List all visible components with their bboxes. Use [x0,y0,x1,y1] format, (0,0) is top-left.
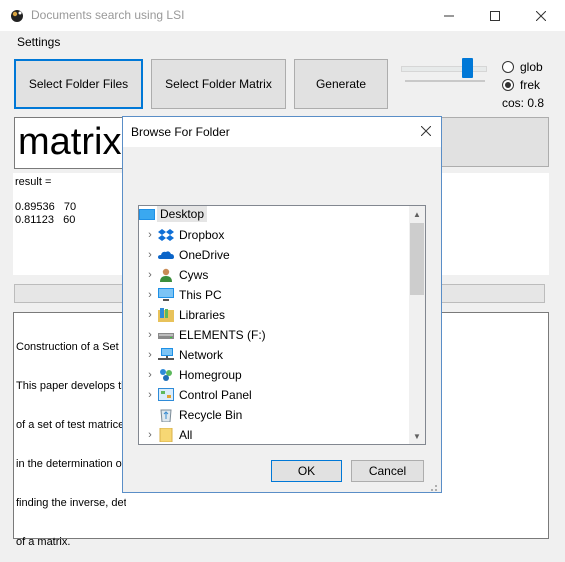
close-icon [421,126,431,136]
chevron-right-icon[interactable]: › [143,328,157,342]
select-folder-files-button[interactable]: Select Folder Files [14,59,143,109]
result-row: 0.89536 70 [15,201,77,213]
scroll-up-arrow-icon[interactable]: ▲ [409,206,425,222]
chevron-right-icon[interactable]: › [143,228,157,242]
libraries-icon [158,308,174,322]
tree-item-desktop[interactable]: Desktop [139,205,409,225]
folder-icon [159,428,173,442]
scroll-thumb[interactable] [410,223,424,295]
tree-item-homegroup[interactable]: › Homegroup [139,365,409,385]
tree-item-network[interactable]: › Network [139,345,409,365]
chevron-right-icon[interactable]: › [143,268,157,282]
menu-settings[interactable]: Settings [17,35,60,49]
tree-item-elements-drive[interactable]: › ELEMENTS (F:) [139,325,409,345]
document-line: This paper develops the construction [16,380,126,392]
chevron-right-icon[interactable]: › [143,348,157,362]
computer-icon [158,288,174,301]
tree-item-all[interactable]: › All [139,425,409,445]
chevron-right-icon[interactable]: › [143,248,157,262]
tree-item-recycle-bin[interactable]: Recycle Bin [139,405,409,425]
document-line: Construction of a Set of Test Matrices [16,341,126,353]
tree-item-label: Dropbox [179,228,225,242]
document-line: of a matrix. [16,536,71,548]
onedrive-icon [158,251,174,259]
chevron-right-icon[interactable]: › [143,308,157,322]
control-panel-icon [158,388,174,401]
tree-item-label: This PC [179,288,222,302]
query-text: matrix [18,121,122,163]
chevron-right-icon[interactable]: › [143,428,157,442]
tree-item-this-pc[interactable]: › This PC [139,285,409,305]
resize-grip-icon[interactable] [428,482,438,492]
close-icon [536,10,546,21]
tree-item-label: Desktop [157,206,208,222]
user-icon [160,268,172,282]
close-button[interactable] [518,0,564,31]
tree-item-label: ELEMENTS (F:) [179,328,266,342]
recycle-bin-icon [160,409,172,422]
network-icon [158,348,174,360]
tree-item-label: Network [179,348,224,362]
tree-item-label: Cyws [179,268,209,282]
tree-item-dropbox[interactable]: › Dropbox [139,225,409,245]
radio-glob-label[interactable]: glob [520,60,543,74]
dialog-title: Browse For Folder [131,125,230,139]
maximize-button[interactable] [472,0,518,31]
tree-item-label: Libraries [179,308,226,322]
dialog-close-button[interactable] [415,120,437,142]
search-button[interactable] [436,117,549,167]
select-folder-matrix-button[interactable]: Select Folder Matrix [151,59,286,109]
tree-item-label: OneDrive [179,248,230,262]
menu-bar [0,31,565,53]
homegroup-icon [160,369,172,381]
tree-item-onedrive[interactable]: › OneDrive [139,245,409,265]
radio-frek-label[interactable]: frek [520,78,540,92]
generate-button[interactable]: Generate [294,59,388,109]
tree-item-label: Control Panel [179,388,252,402]
slider-track[interactable] [401,66,487,72]
dropbox-icon [158,229,174,241]
cos-threshold-label: cos: 0.8 [502,96,545,110]
document-text: Construction of a Set of Test Matrices T… [16,315,126,562]
document-line: of a set of test matrices useful [16,419,126,431]
tree-item-control-panel[interactable]: › Control Panel [139,385,409,405]
minimize-button[interactable] [426,0,472,31]
document-line: finding the inverse, determinant, [16,497,126,509]
tree-item-label: Recycle Bin [179,408,243,422]
cancel-button[interactable]: Cancel [351,460,424,482]
maximize-icon [490,10,500,21]
chevron-right-icon[interactable]: › [143,288,157,302]
radio-glob[interactable] [502,61,514,73]
tree-item-cyws[interactable]: › Cyws [139,265,409,285]
slider-tick-line [405,80,485,82]
radio-selected-dot [505,82,511,88]
tree-item-libraries[interactable]: › Libraries [139,305,409,325]
chevron-right-icon[interactable]: › [143,388,157,402]
tree-item-label: All [179,428,193,442]
document-line: in the determination of methods for [16,458,125,470]
result-label: result = [15,176,52,188]
minimize-icon [444,15,454,16]
chevron-right-icon[interactable]: › [143,368,157,382]
result-row: 0.81123 60 [15,214,76,226]
scroll-down-arrow-icon[interactable]: ▼ [409,428,425,444]
tree-item-label: Homegroup [179,368,242,382]
ok-button[interactable]: OK [271,460,342,482]
app-icon [11,10,23,22]
window-title: Documents search using LSI [31,8,185,22]
drive-icon [158,333,174,339]
desktop-icon [139,209,155,220]
slider-thumb[interactable] [462,58,473,78]
